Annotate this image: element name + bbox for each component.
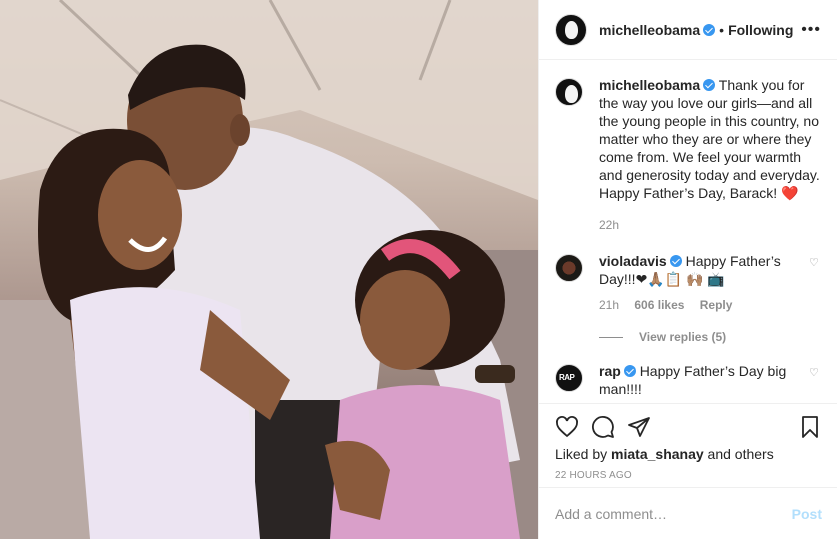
verified-badge-icon: [623, 365, 636, 377]
author-avatar[interactable]: [555, 13, 587, 46]
comments-list[interactable]: michelleobama Thank you for the way you …: [539, 60, 837, 403]
comment-item: RAP rap Happy Father’s Day big man!!!! ♡: [555, 362, 821, 398]
more-options-icon[interactable]: •••: [801, 21, 821, 39]
verified-badge-icon: [703, 79, 716, 91]
post-header: michelleobama • Following •••: [539, 0, 837, 60]
comment-item: violadavis Happy Father’s Day!!!❤🙏🏽📋 🙌🏽 …: [555, 252, 821, 314]
reply-button[interactable]: Reply: [700, 298, 733, 312]
liked-by-suffix[interactable]: and others: [704, 446, 774, 462]
post-photo[interactable]: [0, 0, 538, 539]
like-comment-heart-icon[interactable]: ♡: [809, 366, 821, 398]
commenter-avatar[interactable]: RAP: [555, 364, 583, 392]
view-replies-button[interactable]: View replies (5): [599, 330, 821, 344]
share-paper-plane-icon[interactable]: [627, 415, 651, 439]
liked-by-user[interactable]: miata_shanay: [611, 446, 704, 462]
header-separator: •: [719, 21, 725, 38]
like-heart-icon[interactable]: [555, 415, 579, 439]
likes-summary: Liked by miata_shanay and others: [555, 446, 822, 462]
add-comment-bar: Post: [539, 487, 837, 539]
verified-badge-icon: [669, 255, 682, 267]
caption-text: Thank you for the way you love our girls…: [599, 77, 820, 201]
author-username[interactable]: michelleobama: [599, 22, 700, 38]
caption-avatar[interactable]: [555, 78, 583, 106]
commenter-avatar[interactable]: [555, 254, 583, 282]
following-button[interactable]: Following: [728, 22, 793, 38]
verified-badge-icon: [703, 23, 716, 36]
post-actions: Liked by miata_shanay and others 22 HOUR…: [539, 403, 837, 481]
comment-likes[interactable]: 606 likes: [634, 298, 684, 312]
instagram-post: michelleobama • Following ••• michelleob…: [0, 0, 837, 539]
post-side-panel: michelleobama • Following ••• michelleob…: [538, 0, 837, 539]
post-timestamp[interactable]: 22 HOURS AGO: [555, 470, 822, 481]
comment-username[interactable]: violadavis: [599, 253, 667, 269]
liked-by-prefix: Liked by: [555, 446, 612, 462]
post-comment-button[interactable]: Post: [792, 506, 822, 522]
rap-logo: RAP: [559, 373, 575, 382]
save-bookmark-icon[interactable]: [798, 415, 822, 439]
add-comment-input[interactable]: [555, 505, 792, 522]
comment-bubble-icon[interactable]: [591, 415, 615, 439]
comment-time[interactable]: 21h: [599, 298, 619, 312]
caption: michelleobama Thank you for the way you …: [555, 76, 821, 234]
caption-username[interactable]: michelleobama: [599, 77, 700, 93]
photo-illustration: [0, 0, 538, 539]
caption-time[interactable]: 22h: [599, 218, 619, 232]
comment-username[interactable]: rap: [599, 363, 621, 379]
like-comment-heart-icon[interactable]: ♡: [809, 256, 821, 314]
